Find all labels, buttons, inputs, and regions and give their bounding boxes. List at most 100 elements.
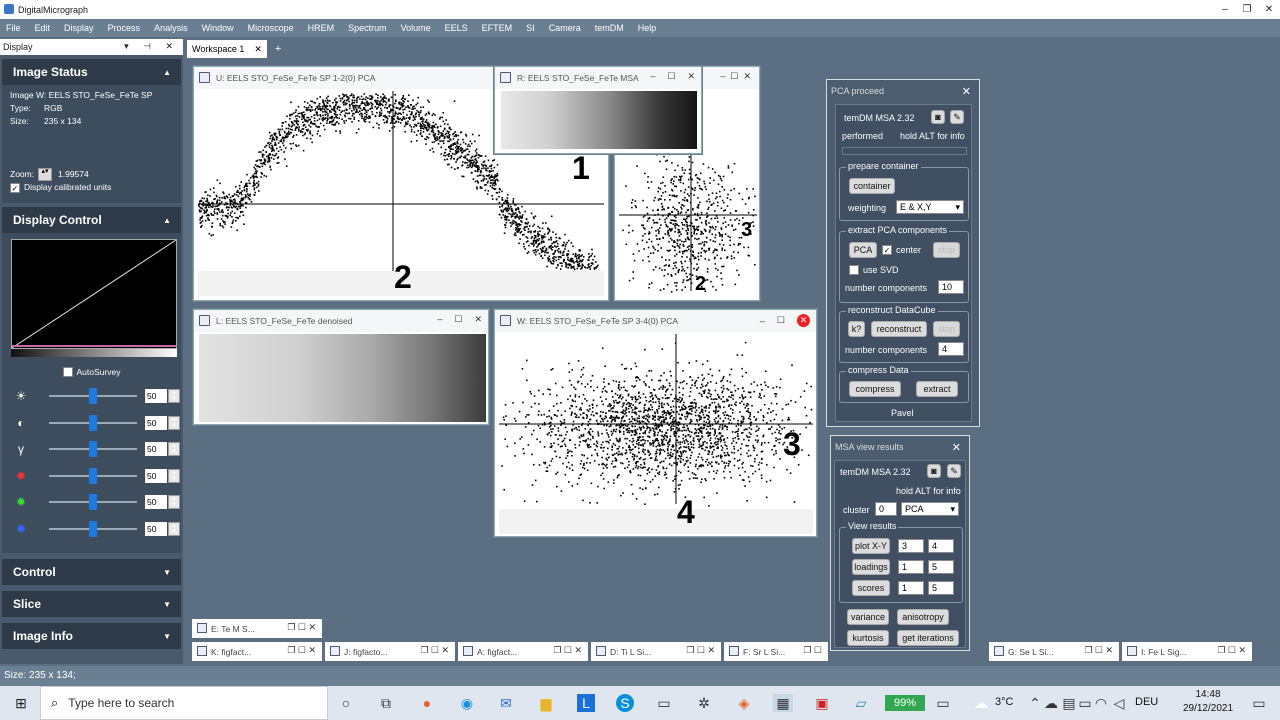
widgets-icon[interactable]: ▭ bbox=[934, 694, 952, 712]
digitalmicrograph-icon[interactable]: ▦ bbox=[773, 694, 793, 712]
maximize-icon[interactable]: ☐ bbox=[454, 314, 462, 325]
close-icon[interactable]: ✕ bbox=[254, 40, 262, 58]
slider-thumb[interactable] bbox=[89, 441, 97, 457]
menu-si[interactable]: SI bbox=[526, 23, 535, 33]
calibrated-checkbox[interactable]: ✓ bbox=[10, 182, 20, 193]
menu-process[interactable]: Process bbox=[108, 23, 141, 33]
center-checkbox[interactable]: ✓ bbox=[882, 245, 892, 255]
expand-icon[interactable]: ▼ bbox=[163, 600, 171, 609]
window-controls[interactable]: ❐ ☐ ✕ bbox=[1084, 645, 1113, 656]
l-app-icon[interactable]: L bbox=[577, 694, 595, 712]
loadings-to-input[interactable]: 5 bbox=[928, 560, 954, 574]
menu-analysis[interactable]: Analysis bbox=[154, 23, 188, 33]
terminal-icon[interactable]: ▭ bbox=[655, 694, 673, 712]
brightness-slider[interactable]: ☀ 50 ▲ ▼ bbox=[6, 383, 180, 410]
plot-x-input[interactable]: 3 bbox=[898, 539, 924, 553]
menu-microscope[interactable]: Microscope bbox=[248, 23, 294, 33]
menu-edit[interactable]: Edit bbox=[35, 23, 51, 33]
menu-eftem[interactable]: EFTEM bbox=[482, 23, 513, 33]
loadings-from-input[interactable]: 1 bbox=[898, 560, 924, 574]
stop-button[interactable]: stop bbox=[933, 242, 960, 258]
slider-spin[interactable]: ▲ ▼ bbox=[168, 415, 180, 430]
image-info-header[interactable]: Image Info ▼ bbox=[2, 623, 181, 649]
variance-button[interactable]: variance bbox=[847, 609, 889, 625]
search-box[interactable]: ⌕ Type here to search bbox=[40, 686, 328, 720]
slider-thumb[interactable] bbox=[89, 414, 97, 431]
restore-icon[interactable]: ❐ bbox=[1236, 0, 1258, 19]
menu-eels[interactable]: EELS bbox=[445, 23, 468, 33]
window-controls[interactable]: ❐ ☐ ✕ bbox=[287, 645, 316, 656]
matlab-icon[interactable]: ◈ bbox=[735, 694, 753, 712]
close-icon[interactable]: ✕ bbox=[952, 441, 961, 454]
minimized-window-e[interactable]: E: Te M S... ❐ ☐ ✕ bbox=[192, 619, 322, 638]
skype-icon[interactable]: S bbox=[616, 694, 634, 712]
minimized-window-f[interactable]: F: Sr L Si... ❐ ☐ bbox=[724, 642, 828, 661]
menu-volume[interactable]: Volume bbox=[401, 23, 431, 33]
image-window-w[interactable]: W: EELS STO_FeSe_FeTe SP 3-4(0) PCA – ☐ ✕ 3… bbox=[494, 309, 817, 537]
num-components-input[interactable]: 10 bbox=[938, 280, 964, 294]
window-titlebar[interactable]: W: EELS STO_FeSe_FeTe SP 3-4(0) PCA – ☐ ✕ bbox=[495, 310, 816, 332]
minimized-window-k[interactable]: K: figfact... ❐ ☐ ✕ bbox=[192, 642, 322, 661]
slider-spin[interactable]: ▲ ▼ bbox=[168, 389, 180, 403]
close-icon[interactable]: ✕ bbox=[797, 314, 810, 327]
menu-display[interactable]: Display bbox=[64, 23, 94, 33]
pdf-icon[interactable]: ▣ bbox=[813, 694, 831, 712]
window-controls[interactable]: ❐ ☐ ✕ bbox=[686, 645, 715, 656]
expand-icon[interactable]: ▼ bbox=[163, 568, 171, 577]
slider-spin[interactable]: ▲ ▼ bbox=[168, 495, 180, 509]
firefox-icon[interactable]: ● bbox=[418, 694, 436, 712]
window-titlebar[interactable]: R: EELS STO_FeSe_FeTe MSA – ☐ ✕ bbox=[495, 67, 701, 89]
kurtosis-button[interactable]: kurtosis bbox=[847, 630, 889, 646]
minimized-window-d[interactable]: D: Ti L Si... ❐ ☐ ✕ bbox=[591, 642, 721, 661]
menu-spectrum[interactable]: Spectrum bbox=[348, 23, 387, 33]
clock[interactable]: 14:48 29/12/2021 bbox=[1178, 688, 1238, 716]
wifi-icon[interactable]: ◠ bbox=[1092, 694, 1110, 712]
add-workspace-button[interactable]: + bbox=[275, 43, 281, 55]
stop-button[interactable]: stop bbox=[933, 321, 960, 337]
reconstruct-button[interactable]: reconstruct bbox=[871, 321, 927, 337]
wrench-icon[interactable]: ✎ bbox=[950, 110, 964, 124]
slider-spin[interactable]: ▲ ▼ bbox=[168, 521, 180, 536]
minimized-window-i[interactable]: I: Fe L Sig... ❐ ☐ ✕ bbox=[1122, 642, 1252, 661]
minimize-icon[interactable]: – bbox=[437, 314, 442, 325]
get-iterations-button[interactable]: get iterations bbox=[897, 630, 959, 646]
slider-thumb[interactable] bbox=[89, 494, 97, 510]
scores-button[interactable]: scores bbox=[852, 580, 890, 596]
cortana-icon[interactable]: ○ bbox=[337, 694, 355, 712]
slider-value[interactable]: 50 bbox=[145, 521, 167, 536]
autosurvey-checkbox[interactable] bbox=[62, 367, 73, 377]
maximize-icon[interactable]: ☐ bbox=[667, 71, 675, 82]
window-controls[interactable]: – ☐ ✕ bbox=[650, 71, 695, 82]
num-components-input[interactable]: 4 bbox=[938, 342, 964, 356]
folder-icon[interactable]: ▆ bbox=[537, 694, 555, 712]
camera-icon[interactable]: ◙ bbox=[927, 464, 941, 478]
wrench-icon[interactable]: ✎ bbox=[947, 464, 961, 478]
camera-icon[interactable]: ◙ bbox=[931, 110, 945, 124]
minimized-window-a[interactable]: A: figfact... ❐ ☐ ✕ bbox=[458, 642, 588, 661]
volume-icon[interactable]: ◁ bbox=[1110, 694, 1128, 712]
collapse-icon[interactable]: ▲ bbox=[163, 216, 171, 225]
window-controls[interactable]: – ☐ ✕ bbox=[760, 314, 810, 327]
plot-y-input[interactable]: 4 bbox=[928, 539, 954, 553]
window-controls[interactable]: ❐ ☐ ✕ bbox=[553, 645, 582, 656]
slider-value[interactable]: 50 bbox=[145, 389, 167, 403]
close-icon[interactable]: ✕ bbox=[1258, 0, 1280, 19]
minimized-window-j[interactable]: J: figfacto... ❐ ☐ ✕ bbox=[325, 642, 455, 661]
notifications-icon[interactable]: ▭ bbox=[1250, 694, 1268, 712]
menu-help[interactable]: Help bbox=[638, 23, 657, 33]
plot-xy-button[interactable]: plot X-Y bbox=[852, 538, 890, 554]
image-status-header[interactable]: Image Status ▲ bbox=[2, 59, 181, 85]
language-indicator[interactable]: DEU bbox=[1135, 696, 1158, 708]
minimize-icon[interactable]: – bbox=[650, 71, 655, 82]
scores-from-input[interactable]: 1 bbox=[898, 581, 924, 595]
blue-slider[interactable]: ✹ 50 ▲ ▼ bbox=[6, 516, 180, 543]
k-button[interactable]: k? bbox=[848, 321, 865, 337]
slice-header[interactable]: Slice ▼ bbox=[2, 591, 181, 617]
loadings-button[interactable]: loadings bbox=[852, 559, 890, 575]
window-titlebar[interactable]: L: EELS STO_FeSe_FeTe denoised – ☐ ✕ bbox=[194, 310, 488, 332]
slider-spin[interactable]: ▲ ▼ bbox=[168, 468, 180, 483]
menu-file[interactable]: File bbox=[6, 23, 21, 33]
notes-icon[interactable]: ▱ bbox=[852, 694, 870, 712]
window-controls[interactable]: – ☐ ✕ bbox=[720, 71, 751, 82]
zoom-stepper[interactable]: ▴▾ bbox=[38, 168, 52, 181]
